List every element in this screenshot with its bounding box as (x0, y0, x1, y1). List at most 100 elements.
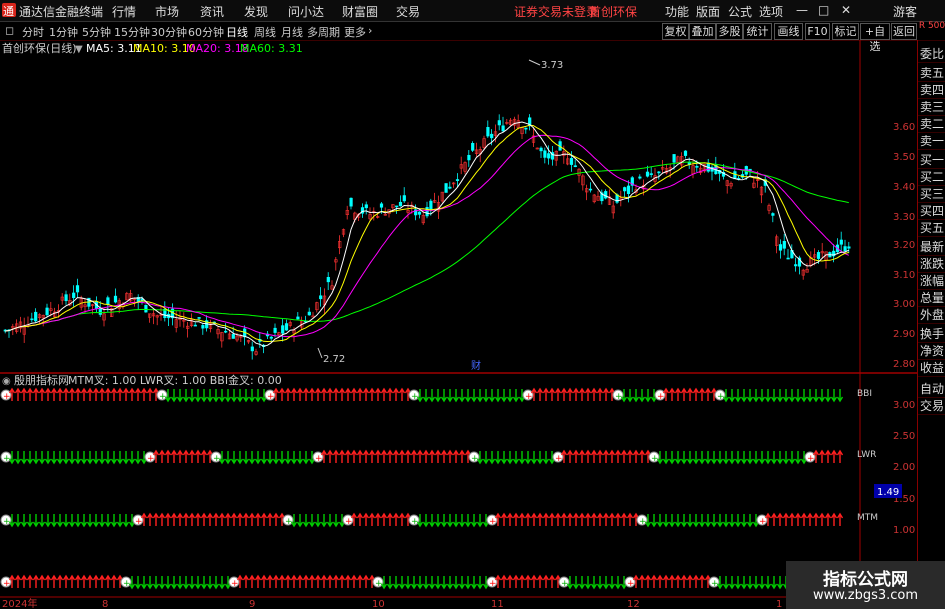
login-notice[interactable]: 证券交易未登录 (514, 3, 598, 20)
menu-zixun[interactable]: 资讯 (200, 3, 224, 20)
period-5min[interactable]: 5分钟 (82, 24, 111, 40)
period-weekly[interactable]: 周线 (254, 24, 276, 40)
btn-tongji[interactable]: 统计 (743, 23, 772, 40)
period-fenshi[interactable]: 分时 (22, 24, 44, 40)
panel-auto-btn[interactable]: 自动 (918, 381, 945, 398)
candle-body (672, 154, 676, 163)
up-arrow-icon (98, 387, 106, 401)
up-arrow-icon (356, 512, 364, 526)
up-arrow-icon (596, 449, 604, 463)
btn-f10[interactable]: F10 (805, 23, 830, 40)
panel-buy4: 买四 (918, 204, 945, 220)
menu-faxian[interactable]: 发现 (244, 3, 268, 20)
down-arrow-icon (728, 514, 736, 528)
up-arrow-icon (80, 387, 88, 401)
down-arrow-icon (224, 451, 232, 465)
finance-marker[interactable]: 财 (471, 359, 481, 372)
menu-xuanxiang[interactable]: 选项 (759, 3, 783, 20)
up-arrow-icon (284, 574, 292, 588)
down-arrow-icon (764, 389, 772, 403)
watermark-url: www.zbgs3.com (812, 588, 919, 603)
maximize-icon[interactable]: □ (818, 3, 829, 17)
btn-huaxian[interactable]: 画线 (774, 23, 803, 40)
period-monthly[interactable]: 月线 (281, 24, 303, 40)
up-arrow-icon (692, 574, 700, 588)
period-toolbar: ◻ 分时 1分钟 5分钟 15分钟 30分钟 60分钟 日线 周线 月线 多周期… (0, 22, 945, 53)
up-arrow-icon (38, 574, 46, 588)
down-arrow-icon (26, 451, 34, 465)
down-arrow-icon (74, 451, 82, 465)
down-arrow-icon (104, 514, 112, 528)
menu-wenxiaoda[interactable]: 问小达 (288, 3, 324, 20)
candle-body (429, 200, 433, 210)
candle-body (34, 311, 38, 322)
minimize-icon[interactable]: — (796, 3, 808, 17)
period-30min[interactable]: 30分钟 (151, 24, 187, 40)
cross-signal-plus: + (759, 517, 767, 527)
up-arrow-icon (230, 512, 238, 526)
app-logo-icon (2, 3, 16, 19)
menu-shichang[interactable]: 市场 (155, 3, 179, 20)
up-arrow-icon (212, 512, 220, 526)
period-1min[interactable]: 1分钟 (49, 24, 78, 40)
more-arrow-icon[interactable]: › (368, 24, 372, 37)
down-arrow-icon (806, 389, 814, 403)
period-daily[interactable]: 日线 (226, 24, 248, 40)
menu-jiaoyi[interactable]: 交易 (396, 3, 420, 20)
user-label[interactable]: 游客 (893, 3, 917, 20)
up-arrow-icon (200, 449, 208, 463)
btn-diejia[interactable]: 叠加 (689, 23, 716, 40)
up-arrow-icon (692, 387, 700, 401)
up-arrow-icon (170, 512, 178, 526)
candle-body (794, 264, 798, 267)
period-multi[interactable]: 多周期 (307, 24, 340, 40)
menu-banmian[interactable]: 版面 (696, 3, 720, 20)
down-arrow-icon (38, 451, 46, 465)
btn-fuquan[interactable]: 复权 (662, 23, 689, 40)
down-arrow-icon (104, 451, 112, 465)
down-arrow-icon (716, 451, 724, 465)
up-arrow-icon (266, 574, 274, 588)
menu-caifuquan[interactable]: 财富圈 (342, 3, 378, 20)
down-arrow-icon (20, 451, 28, 465)
indicator-menu-icon[interactable]: ◉ (2, 376, 11, 387)
ma-toggle-icon[interactable]: ▼ (75, 44, 83, 55)
up-arrow-icon (344, 387, 352, 401)
down-arrow-icon (674, 514, 682, 528)
btn-biaoji[interactable]: 标记 (832, 23, 859, 40)
ma60-line (5, 161, 849, 332)
cross-signal-plus: + (717, 392, 725, 402)
candle-body (782, 240, 786, 249)
up-arrow-icon (266, 512, 274, 526)
down-arrow-icon (710, 514, 718, 528)
down-arrow-icon (800, 389, 808, 403)
down-arrow-icon (482, 451, 490, 465)
btn-fanhui[interactable]: 返回 (891, 23, 917, 40)
toolbar-back-icon[interactable]: ◻ (5, 24, 14, 37)
period-more[interactable]: 更多 (344, 24, 366, 40)
cross-signal-plus: + (159, 392, 167, 402)
up-arrow-icon (344, 574, 352, 588)
chart-area[interactable]: 首创环保(日线) ▼ MA5: 3.11 MA10: 3.10 MA20: 3.… (0, 40, 917, 609)
up-arrow-icon (188, 449, 196, 463)
down-arrow-icon (212, 576, 220, 590)
up-arrow-icon (44, 387, 52, 401)
menu-gongneng[interactable]: 功能 (665, 3, 689, 20)
up-arrow-icon (524, 574, 532, 588)
candle-body (231, 334, 235, 339)
down-arrow-icon (182, 576, 190, 590)
btn-duogu[interactable]: 多股 (716, 23, 743, 40)
up-arrow-icon (260, 574, 268, 588)
period-15min[interactable]: 15分钟 (114, 24, 150, 40)
up-arrow-icon (326, 387, 334, 401)
menu-hangqing[interactable]: 行情 (112, 3, 136, 20)
close-icon[interactable]: ✕ (841, 3, 851, 17)
menu-gongshi[interactable]: 公式 (728, 3, 752, 20)
candle-body (307, 311, 311, 316)
panel-trade-btn[interactable]: 交易 (918, 398, 945, 415)
btn-zixuan[interactable]: +自选 (860, 23, 890, 53)
up-arrow-icon (674, 387, 682, 401)
cross-signal-plus: + (285, 517, 293, 527)
period-60min[interactable]: 60分钟 (188, 24, 224, 40)
up-arrow-icon (278, 574, 286, 588)
